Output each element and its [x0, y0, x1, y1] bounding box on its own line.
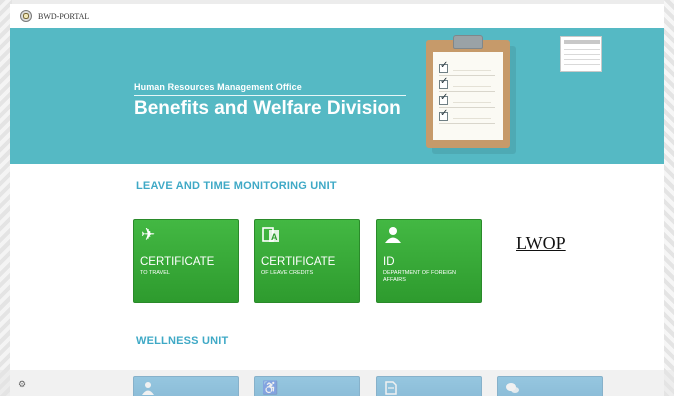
clipboard-clip — [453, 35, 483, 49]
tile-sub-label: TO TRAVEL — [140, 270, 170, 276]
tile-main-label: ID — [383, 256, 395, 268]
wellness-tile-wheelchair[interactable]: ♿ — [254, 376, 360, 396]
chat-icon — [505, 381, 519, 395]
right-paper-edge — [664, 0, 674, 396]
leave-unit-title: LEAVE AND TIME MONITORING UNIT — [136, 180, 337, 192]
certificate-to-travel-tile[interactable]: ✈ CERTIFICATE TO TRAVEL — [133, 219, 239, 303]
airplane-icon: ✈ — [141, 225, 156, 244]
tile-main-label: CERTIFICATE — [140, 256, 215, 268]
user-icon — [141, 381, 155, 395]
portal-page: BWD-PORTAL Human Resources Management Of… — [10, 4, 664, 396]
monitoring-thumbnail — [560, 36, 602, 72]
id-dfa-tile[interactable]: ID DEPARTMENT OF FOREIGN AFFAIRS — [376, 219, 482, 303]
user-icon — [384, 226, 402, 244]
checklist-row: ✓ — [439, 108, 495, 124]
certificate-of-leave-credits-tile[interactable]: A CERTIFICATE OF LEAVE CREDITS — [254, 219, 360, 303]
lwop-link[interactable]: LWOP — [516, 233, 566, 254]
wellness-tile-user[interactable] — [133, 376, 239, 396]
portal-name[interactable]: BWD-PORTAL — [38, 12, 89, 21]
banner-divider — [134, 95, 406, 96]
tile-sub-label: OF LEAVE CREDITS — [261, 270, 314, 276]
division-name: Benefits and Welfare Division — [134, 98, 401, 119]
document-icon — [384, 381, 398, 395]
translate-icon: A — [262, 226, 280, 244]
svg-text:A: A — [271, 232, 278, 242]
wheelchair-icon: ♿ — [262, 380, 279, 395]
tile-sub-label: DEPARTMENT OF FOREIGN AFFAIRS — [383, 270, 457, 283]
wellness-unit-title: WELLNESS UNIT — [136, 335, 229, 347]
office-name: Human Resources Management Office — [134, 82, 302, 92]
clipboard-checklist-icon: ✓ ✓ ✓ ✓ — [426, 35, 510, 148]
checklist-row: ✓ — [439, 76, 495, 92]
wellness-tile-document[interactable] — [376, 376, 482, 396]
seal-icon[interactable] — [20, 10, 32, 22]
tile-main-label: CERTIFICATE — [261, 256, 336, 268]
header-banner: Human Resources Management Office Benefi… — [10, 28, 664, 164]
checklist-row: ✓ — [439, 92, 495, 108]
top-bar: BWD-PORTAL — [10, 4, 664, 28]
checklist-row: ✓ — [439, 60, 495, 76]
wellness-tile-chat[interactable] — [497, 376, 603, 396]
gear-icon[interactable]: ⚙ — [18, 379, 26, 390]
